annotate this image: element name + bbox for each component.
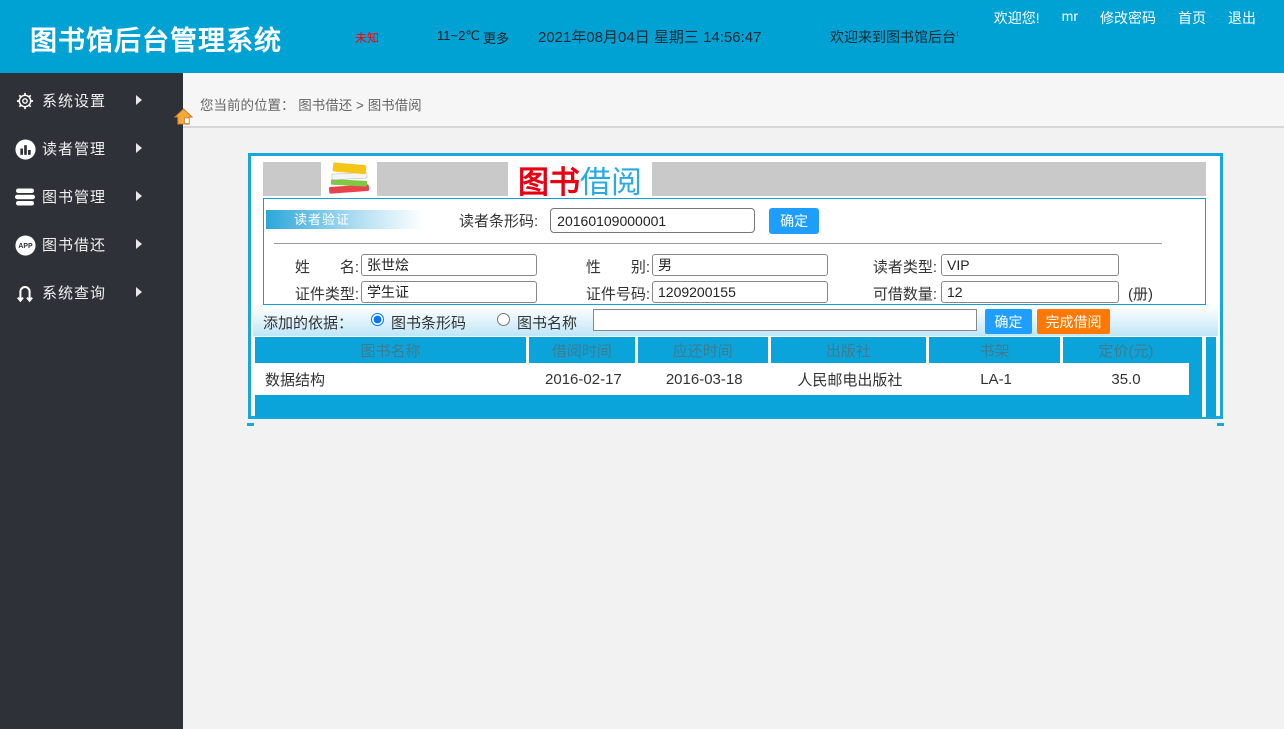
cell-book-name: 数据结构 xyxy=(255,363,529,395)
reader-barcode-row: 读者条形码: 确定 xyxy=(459,207,819,234)
divider xyxy=(274,243,1162,244)
panel-title-borrow: 借阅 xyxy=(580,157,642,202)
logout-link[interactable]: 退出 xyxy=(1228,8,1256,28)
chevron-right-icon xyxy=(136,239,142,249)
breadcrumb-separator: > xyxy=(356,98,364,113)
reader-type-field[interactable] xyxy=(941,254,1119,276)
home-icon[interactable] xyxy=(174,108,193,130)
weather-temperature: 11~2℃ xyxy=(437,28,480,44)
cert-number-field[interactable] xyxy=(652,281,828,303)
table-row: 数据结构 2016-02-17 2016-03-18 人民邮电出版社 LA-1 … xyxy=(255,363,1189,395)
welcome-marquee: 欢迎来到图书馆后台管理系统 xyxy=(830,27,958,44)
panel-title: 图书 借阅 xyxy=(508,160,652,198)
cell-borrow-date: 2016-02-17 xyxy=(529,363,638,395)
book-name-radio[interactable] xyxy=(497,313,510,326)
dotted-border-fragment xyxy=(247,423,254,426)
borrow-quota-unit: (册) xyxy=(1128,283,1153,304)
cell-publisher: 人民邮电出版社 xyxy=(771,363,929,395)
reader-info-row-1: 姓 名: 性 别: 读者类型: xyxy=(264,254,1205,276)
breadcrumb-bar: 您当前的位置： 图书借还 > 图书借阅 xyxy=(183,73,1284,128)
header-datetime: 2021年08月04日 星期三 14:56:47 xyxy=(538,26,761,47)
col-price: 定价(元) xyxy=(1063,337,1189,363)
breadcrumb: 您当前的位置： 图书借还 > 图书借阅 xyxy=(200,94,422,114)
chevron-right-icon xyxy=(136,143,142,153)
name-label: 姓 名: xyxy=(266,256,359,277)
name-field[interactable] xyxy=(361,254,537,276)
reader-info-row-2: 证件类型: 证件号码: 可借数量: (册) xyxy=(264,281,1205,303)
dotted-border-fragment xyxy=(1217,423,1224,426)
table-header-row: 图书名称 借阅时间 应还时间 出版社 书架 定价(元) xyxy=(255,337,1189,363)
sidebar-item-label: 图书借还 xyxy=(42,234,106,255)
chevron-right-icon xyxy=(136,287,142,297)
sidebar-item-book-borrow-return[interactable]: APP 图书借还 xyxy=(0,220,183,268)
reader-verification-section: 读者验证 读者条形码: 确定 姓 名: 性 别: 读者类型: 证件类型: 证件号… xyxy=(263,198,1206,305)
barcode-confirm-button[interactable]: 确定 xyxy=(769,208,819,234)
username: mr xyxy=(1062,8,1078,28)
panel-title-bar: 图书 借阅 xyxy=(263,162,1206,196)
book-barcode-radio-label: 图书条形码 xyxy=(391,312,466,333)
borrow-quota-label: 可借数量: xyxy=(844,283,937,304)
header: 图书馆后台管理系统 未知 11~2℃ 更多 2021年08月04日 星期三 14… xyxy=(0,0,1284,73)
book-search-input[interactable] xyxy=(593,309,977,331)
chevron-right-icon xyxy=(136,191,142,201)
cert-number-label: 证件号码: xyxy=(557,283,650,304)
cell-due-date: 2016-03-18 xyxy=(638,363,771,395)
sidebar-item-system-settings[interactable]: 系统设置 xyxy=(0,76,183,124)
chevron-right-icon xyxy=(136,95,142,105)
panel-title-books: 图书 xyxy=(518,157,580,202)
book-name-radio-label: 图书名称 xyxy=(517,312,577,333)
app-title: 图书馆后台管理系统 xyxy=(30,19,282,58)
borrow-table-area: 图书名称 借阅时间 应还时间 出版社 书架 定价(元) 数据结构 2016-02… xyxy=(255,337,1216,417)
add-basis-label: 添加的依据： xyxy=(263,312,353,333)
breadcrumb-current[interactable]: 图书借阅 xyxy=(368,98,422,113)
borrow-panel: 图书 借阅 读者验证 读者条形码: 确定 姓 名: 性 别: 读者类型: 证 xyxy=(248,153,1223,419)
home-link[interactable]: 首页 xyxy=(1178,8,1206,28)
col-publisher: 出版社 xyxy=(771,337,929,363)
sidebar-item-label: 图书管理 xyxy=(42,186,106,207)
gender-field[interactable] xyxy=(652,254,828,276)
sidebar-item-label: 系统设置 xyxy=(42,90,106,111)
col-borrow-date: 借阅时间 xyxy=(529,337,638,363)
reader-barcode-input[interactable] xyxy=(550,208,755,233)
col-shelf: 书架 xyxy=(929,337,1063,363)
col-book-name: 图书名称 xyxy=(255,337,529,363)
cell-price: 35.0 xyxy=(1063,363,1189,395)
add-basis-row: 添加的依据： 图书条形码 图书名称 确定 完成借阅 xyxy=(253,306,1218,336)
sidebar: 系统设置 读者管理 图书管理 APP 图书借还 xyxy=(0,73,183,729)
gear-icon xyxy=(13,89,37,113)
gender-label: 性 别: xyxy=(557,256,650,277)
cert-type-label: 证件类型: xyxy=(266,283,359,304)
borrow-table: 图书名称 借阅时间 应还时间 出版社 书架 定价(元) 数据结构 2016-02… xyxy=(255,337,1189,395)
reader-barcode-label: 读者条形码: xyxy=(459,210,538,231)
change-password-link[interactable]: 修改密码 xyxy=(1100,8,1156,28)
welcome-text: 欢迎您! xyxy=(994,8,1040,28)
col-due-date: 应还时间 xyxy=(638,337,771,363)
table-scrollbar-track[interactable] xyxy=(1202,337,1206,417)
add-confirm-button[interactable]: 确定 xyxy=(985,309,1032,334)
cert-type-field[interactable] xyxy=(361,281,537,303)
query-icon xyxy=(13,281,37,305)
svg-text:APP: APP xyxy=(18,243,33,250)
reader-type-label: 读者类型: xyxy=(844,256,937,277)
book-barcode-radio[interactable] xyxy=(371,313,384,326)
weather-status: 未知 xyxy=(355,29,379,46)
sidebar-item-book-management[interactable]: 图书管理 xyxy=(0,172,183,220)
screen: 图书馆后台管理系统 未知 11~2℃ 更多 2021年08月04日 星期三 14… xyxy=(0,0,1284,729)
borrow-quota-field[interactable] xyxy=(941,281,1119,303)
chart-icon xyxy=(13,137,37,161)
finish-borrow-button[interactable]: 完成借阅 xyxy=(1037,309,1110,334)
sidebar-item-reader-management[interactable]: 读者管理 xyxy=(0,124,183,172)
breadcrumb-prefix: 您当前的位置： xyxy=(200,98,295,113)
books-icon xyxy=(13,185,37,209)
books-stack-icon xyxy=(321,159,377,199)
cell-shelf: LA-1 xyxy=(929,363,1063,395)
breadcrumb-section[interactable]: 图书借还 xyxy=(298,98,352,113)
weather-more-link[interactable]: 更多 xyxy=(483,28,509,47)
sidebar-item-system-query[interactable]: 系统查询 xyxy=(0,268,183,316)
sidebar-item-label: 系统查询 xyxy=(42,282,106,303)
app-icon: APP xyxy=(13,233,37,257)
header-links: 欢迎您! mr 修改密码 首页 退出 xyxy=(994,8,1256,28)
reader-verification-tab: 读者验证 xyxy=(266,210,424,229)
sidebar-item-label: 读者管理 xyxy=(42,138,106,159)
